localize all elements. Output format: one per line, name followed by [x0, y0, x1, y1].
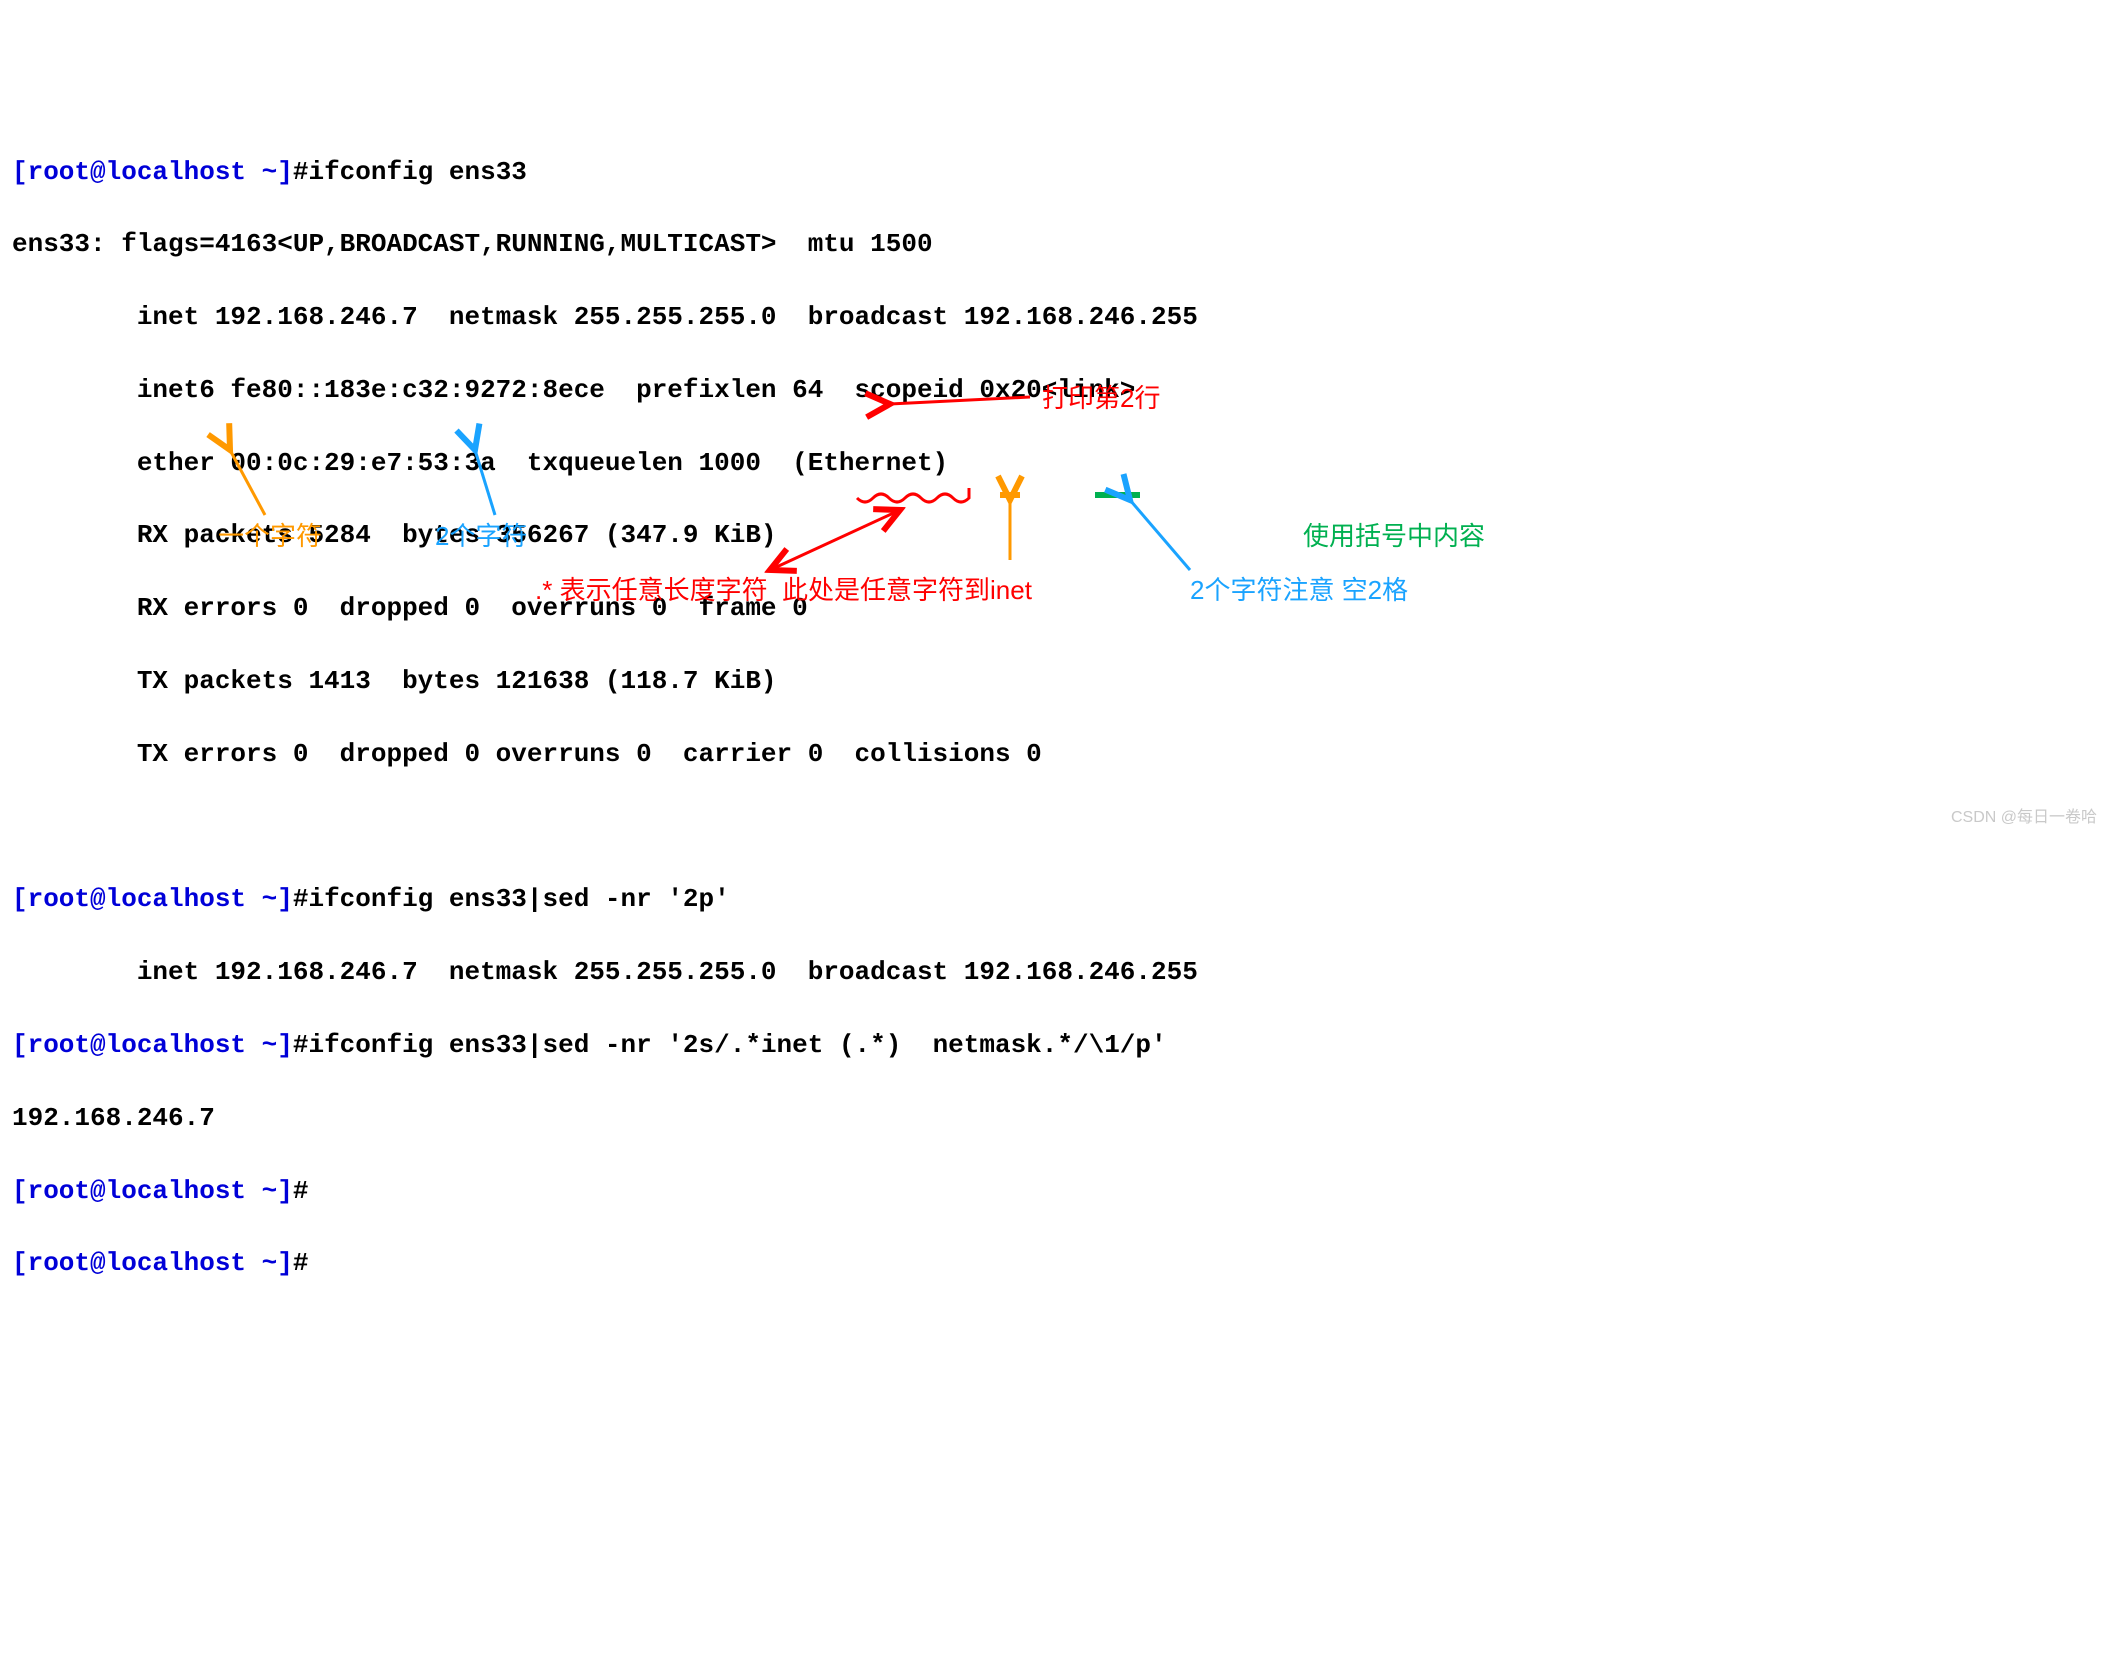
annotation-print-line2: 打印第2行 [1042, 380, 1160, 416]
watermark: CSDN @每日一卷哈 [1951, 807, 2097, 829]
output-line: ether 00:0c:29:e7:53:3a txqueuelen 1000 … [12, 445, 2097, 481]
output-line: TX packets 1413 bytes 121638 (118.7 KiB) [12, 663, 2097, 699]
prompt-user: [root@localhost ~] [12, 1030, 293, 1060]
annotation-overlay [0, 0, 2109, 835]
prompt-user: [root@localhost ~] [12, 884, 293, 914]
prompt-user: [root@localhost ~] [12, 157, 293, 187]
output-line: TX errors 0 dropped 0 overruns 0 carrier… [12, 736, 2097, 772]
prompt-hash: # [293, 157, 309, 187]
command-text[interactable]: ifconfig ens33|sed -nr '2s/.*inet (.*) n… [308, 1030, 1166, 1060]
prompt-user: [root@localhost ~] [12, 1248, 293, 1278]
annotation-two-chars: 2个字符 [435, 518, 527, 554]
prompt-line-3: [root@localhost ~]#ifconfig ens33|sed -n… [12, 1027, 2097, 1063]
prompt-line-5: [root@localhost ~]# [12, 1245, 2097, 1281]
annotation-one-char: 一个字符 [218, 518, 322, 554]
prompt-hash: # [293, 1176, 309, 1206]
blank-line [12, 809, 2097, 845]
annotation-use-paren: 使用括号中内容 [1303, 518, 1485, 554]
output-line: inet 192.168.246.7 netmask 255.255.255.0… [12, 299, 2097, 335]
prompt-hash: # [293, 1030, 309, 1060]
output-line: RX errors 0 dropped 0 overruns 0 frame 0 [12, 590, 2097, 626]
prompt-line-4: [root@localhost ~]# [12, 1173, 2097, 1209]
prompt-user: [root@localhost ~] [12, 1176, 293, 1206]
output-line: RX packets 5284 bytes 356267 (347.9 KiB) [12, 517, 2097, 553]
annotation-any-length: .* 表示任意长度字符 此处是任意字符到inet [535, 572, 1032, 608]
prompt-hash: # [293, 884, 309, 914]
output-line: 192.168.246.7 [12, 1100, 2097, 1136]
command-text[interactable]: ifconfig ens33 [308, 157, 526, 187]
prompt-line-1: [root@localhost ~]#ifconfig ens33 [12, 154, 2097, 190]
output-line: inet 192.168.246.7 netmask 255.255.255.0… [12, 954, 2097, 990]
command-text[interactable]: ifconfig ens33|sed -nr '2p' [308, 884, 729, 914]
prompt-hash: # [293, 1248, 309, 1278]
output-line: ens33: flags=4163<UP,BROADCAST,RUNNING,M… [12, 226, 2097, 262]
annotation-two-chars-space: 2个字符注意 空2格 [1190, 572, 1408, 608]
prompt-line-2: [root@localhost ~]#ifconfig ens33|sed -n… [12, 881, 2097, 917]
